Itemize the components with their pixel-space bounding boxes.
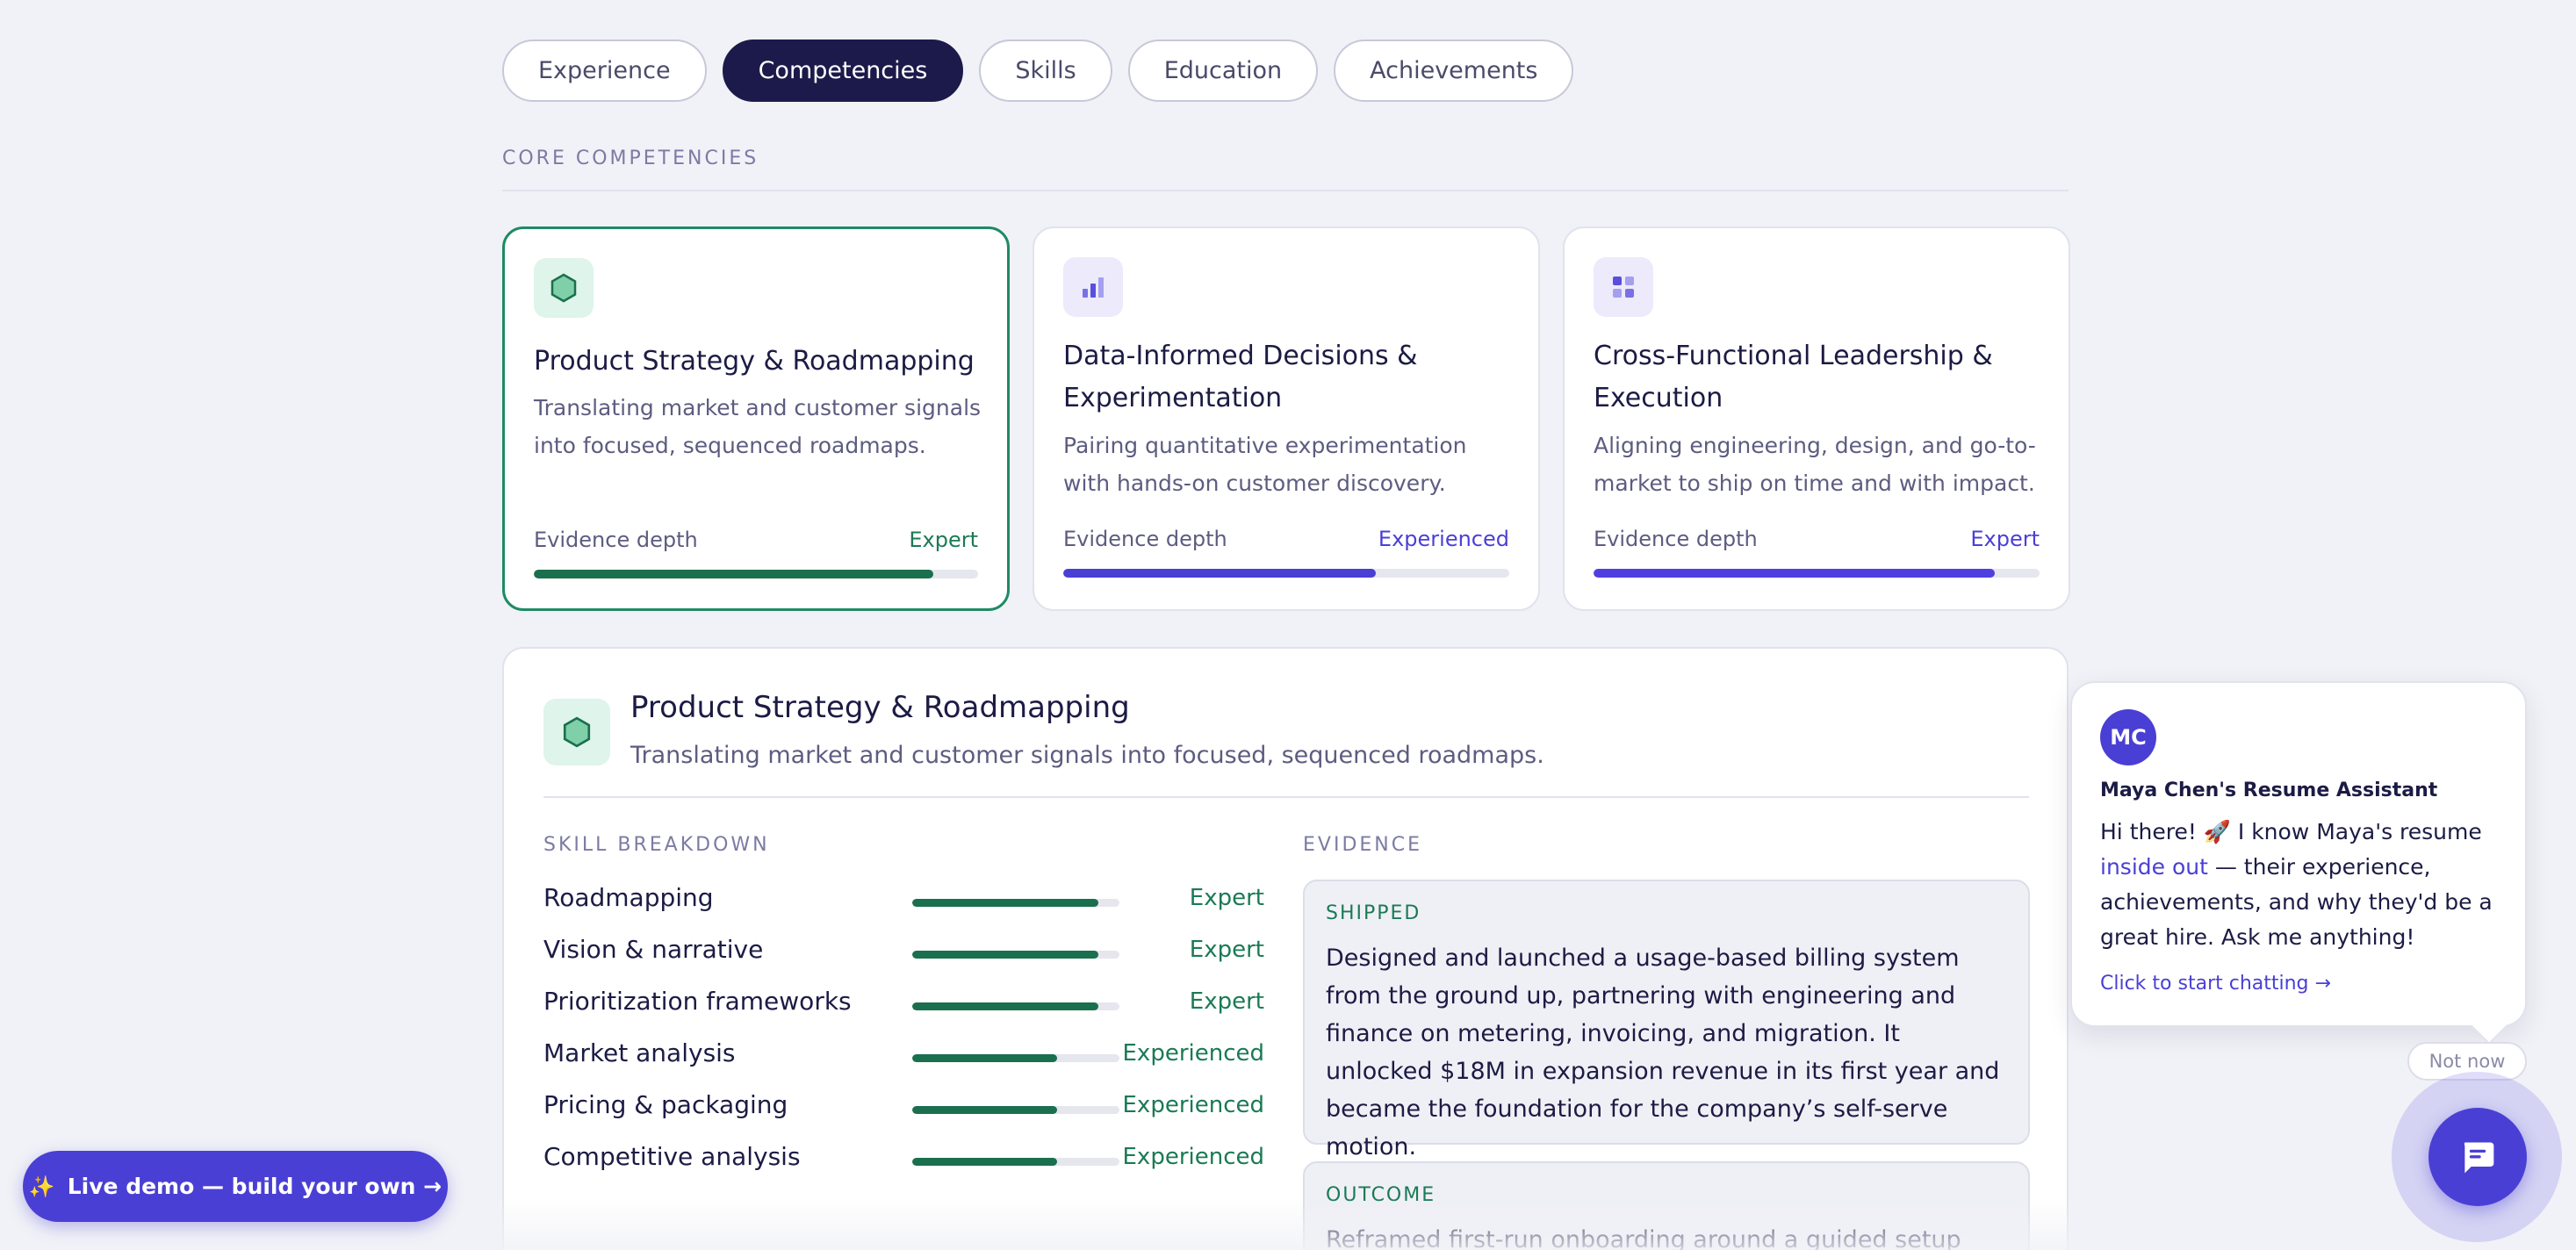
skill-name: Roadmapping <box>543 883 714 912</box>
skill-bar-fill <box>912 1106 1058 1114</box>
skill-bar <box>912 1106 1119 1114</box>
skill-bar <box>912 1054 1119 1062</box>
skill-breakdown-label: SKILL BREAKDOWN <box>543 834 770 856</box>
skill-level: Expert <box>1189 988 1264 1015</box>
card-description: Pairing quantitative experimentation wit… <box>1063 433 1467 496</box>
evidence-depth-fill <box>1594 569 1996 578</box>
evidence-depth-label: Evidence depth <box>534 528 698 552</box>
skill-name: Vision & narrative <box>543 935 764 964</box>
evidence-depth-label: Evidence depth <box>1063 527 1227 551</box>
skill-bar <box>912 951 1119 959</box>
card-title: Product Strategy & Roadmapping <box>534 346 975 377</box>
skill-bar <box>912 1002 1119 1010</box>
evidence-text: Designed and launched a usage-based bill… <box>1326 945 2000 1160</box>
tab-skills[interactable]: Skills <box>979 40 1112 102</box>
hexagon-icon <box>534 258 594 318</box>
competency-card-product-strategy[interactable]: Product Strategy & Roadmapping Translati… <box>502 226 1010 611</box>
chat-popup[interactable]: MC Maya Chen's Resume Assistant Hi there… <box>2070 681 2527 1027</box>
competency-detail-panel: Product Strategy & Roadmapping Translati… <box>502 647 2069 1250</box>
evidence-card-shipped: SHIPPED Designed and launched a usage-ba… <box>1303 880 2030 1160</box>
skill-name: Pricing & packaging <box>543 1090 788 1119</box>
evidence-text: Reframed first-run onboarding around a g… <box>1326 1226 1961 1250</box>
bar-chart-icon <box>1063 257 1123 317</box>
skill-bar-fill <box>912 951 1099 959</box>
card-description: Translating market and customer signals … <box>534 395 982 458</box>
evidence-depth-row: Evidence depth Expert <box>1594 527 2040 551</box>
chat-open-button[interactable] <box>2428 1108 2527 1206</box>
skill-level: Expert <box>1189 885 1264 911</box>
evidence-depth-value: Expert <box>1970 527 2040 551</box>
evidence-depth-row: Evidence depth Expert <box>534 528 978 552</box>
section-divider <box>502 190 2069 191</box>
evidence-depth-value: Experienced <box>1378 527 1509 551</box>
skill-name: Market analysis <box>543 1038 736 1067</box>
tab-education[interactable]: Education <box>1127 40 1319 102</box>
skill-level: Experienced <box>1122 1144 1265 1170</box>
chat-bubble-icon <box>2464 1142 2494 1174</box>
hexagon-icon <box>543 699 610 765</box>
section-tabs: Experience Competencies Skills Education… <box>502 40 1574 102</box>
skill-row: Market analysis Experienced <box>543 1038 1264 1074</box>
evidence-depth-row: Evidence depth Experienced <box>1063 527 1509 551</box>
assistant-name: Maya Chen's Resume Assistant <box>2100 779 2438 801</box>
avatar: MC <box>2100 709 2156 765</box>
skill-bar <box>912 1158 1119 1166</box>
evidence-card-outcome: OUTCOME Reframed first-run onboarding ar… <box>1303 1161 2030 1250</box>
tab-achievements[interactable]: Achievements <box>1334 40 1574 102</box>
live-demo-label: Live demo — build your own → <box>67 1174 443 1199</box>
grid-icon <box>1594 257 1653 317</box>
evidence-tag: SHIPPED <box>1326 902 1421 924</box>
detail-divider <box>543 796 2029 798</box>
skill-row: Vision & narrative Expert <box>543 935 1264 970</box>
start-chatting-link[interactable]: Click to start chatting → <box>2100 973 2331 995</box>
skill-row: Prioritization frameworks Expert <box>543 987 1264 1022</box>
competency-card-cross-functional[interactable]: Cross-Functional Leadership & Execution … <box>1563 226 2070 611</box>
skill-bar-fill <box>912 1158 1058 1166</box>
tab-competencies[interactable]: Competencies <box>722 40 964 102</box>
evidence-tag: OUTCOME <box>1326 1184 1436 1206</box>
skill-bar-fill <box>912 1054 1058 1062</box>
competency-cards: Product Strategy & Roadmapping Translati… <box>502 226 2070 611</box>
live-demo-button[interactable]: ✨ Live demo — build your own → <box>23 1151 448 1222</box>
competency-card-data-informed[interactable]: Data-Informed Decisions & Experimentatio… <box>1033 226 1540 611</box>
sparkle-icon: ✨ <box>28 1174 55 1199</box>
evidence-depth-fill <box>534 570 934 578</box>
card-description: Aligning engineering, design, and go-to-… <box>1594 433 2036 496</box>
evidence-depth-label: Evidence depth <box>1594 527 1758 551</box>
chat-message: Hi there! 🚀 I know Maya's resume inside … <box>2100 815 2513 955</box>
evidence-depth-bar <box>1063 569 1509 578</box>
chat-message-pre: Hi there! 🚀 I know Maya's resume <box>2100 819 2482 844</box>
skill-bar-fill <box>912 899 1099 907</box>
skill-row: Roadmapping Expert <box>543 883 1264 918</box>
skill-level: Experienced <box>1122 1040 1265 1067</box>
skill-level: Experienced <box>1122 1092 1265 1118</box>
skill-name: Prioritization frameworks <box>543 987 852 1016</box>
skill-name: Competitive analysis <box>543 1142 801 1171</box>
core-competencies-label: CORE COMPETENCIES <box>502 147 759 169</box>
card-title: Data-Informed Decisions & Experimentatio… <box>1063 341 1418 413</box>
skill-bar <box>912 899 1119 907</box>
tab-experience[interactable]: Experience <box>502 40 707 102</box>
skill-row: Pricing & packaging Experienced <box>543 1090 1264 1125</box>
skill-level: Expert <box>1189 937 1264 963</box>
evidence-depth-fill <box>1063 569 1376 578</box>
detail-subtitle: Translating market and customer signals … <box>630 742 1544 769</box>
card-title: Cross-Functional Leadership & Execution <box>1594 341 1993 413</box>
evidence-depth-bar <box>534 570 978 578</box>
skill-row: Competitive analysis Experienced <box>543 1142 1264 1177</box>
evidence-depth-bar <box>1594 569 2040 578</box>
chat-message-highlight: inside out <box>2100 854 2208 880</box>
skill-bar-fill <box>912 1002 1099 1010</box>
evidence-depth-value: Expert <box>909 528 978 552</box>
evidence-label: EVIDENCE <box>1303 834 1422 856</box>
detail-title: Product Strategy & Roadmapping <box>630 690 1130 725</box>
